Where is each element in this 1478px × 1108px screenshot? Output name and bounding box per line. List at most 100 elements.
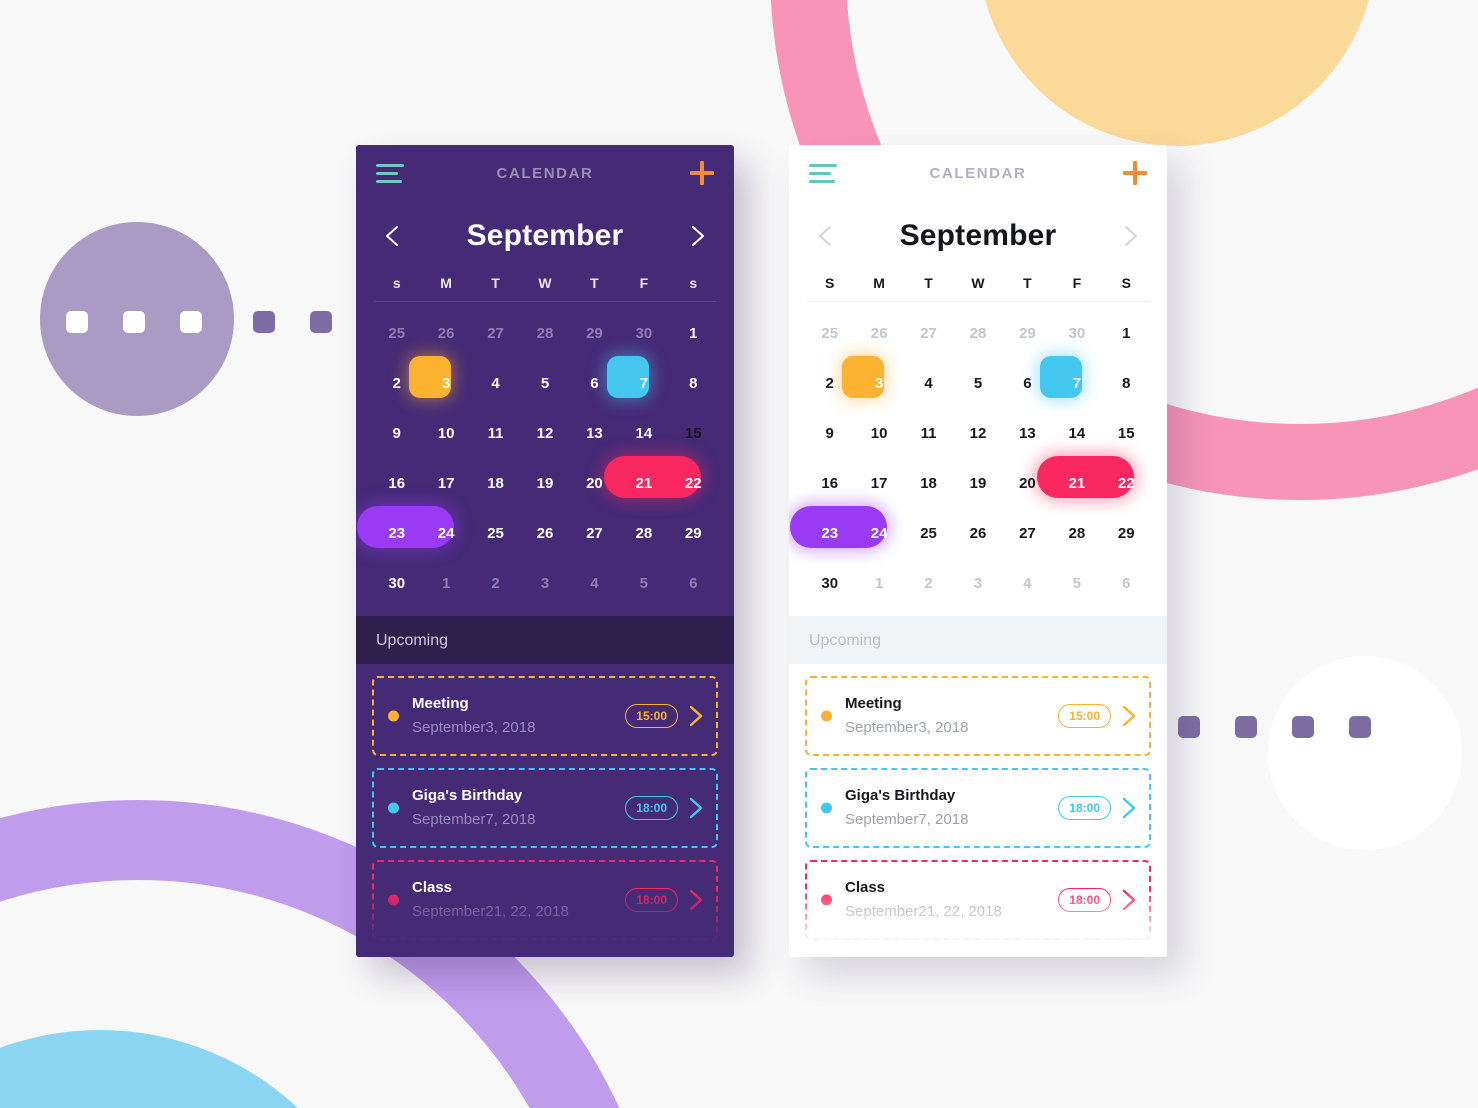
date-cell[interactable]: 28 — [953, 308, 1002, 358]
date-cell[interactable]: 22 — [1102, 458, 1151, 508]
date-cell[interactable]: 30 — [619, 308, 668, 358]
date-cell[interactable]: 29 — [669, 508, 718, 558]
date-cell[interactable]: 17 — [421, 458, 470, 508]
date-cell[interactable]: 8 — [1102, 358, 1151, 408]
date-cell[interactable]: 30 — [372, 558, 421, 608]
date-cell[interactable]: 4 — [904, 358, 953, 408]
date-cell[interactable]: 6 — [1102, 558, 1151, 608]
date-cell[interactable]: 15 — [669, 408, 718, 458]
date-cell[interactable]: 19 — [953, 458, 1002, 508]
date-cell[interactable]: 6 — [669, 558, 718, 608]
date-cell[interactable]: 30 — [805, 558, 854, 608]
plus-icon[interactable] — [690, 161, 714, 185]
date-cell[interactable]: 3 — [520, 558, 569, 608]
date-cell[interactable]: 7 — [1052, 358, 1101, 408]
date-cell[interactable]: 6 — [570, 358, 619, 408]
event-item[interactable]: MeetingSeptember23, 24, 201818:00 — [372, 952, 718, 957]
date-cell[interactable]: 10 — [854, 408, 903, 458]
chevron-right-icon[interactable] — [688, 795, 704, 821]
chevron-right-icon[interactable] — [684, 223, 710, 249]
date-cell[interactable]: 5 — [619, 558, 668, 608]
date-cell[interactable]: 29 — [1102, 508, 1151, 558]
date-cell[interactable]: 6 — [1003, 358, 1052, 408]
date-cell[interactable]: 14 — [1052, 408, 1101, 458]
event-item[interactable]: Meeting September3, 2018 15:00 — [805, 676, 1151, 756]
date-cell[interactable]: 27 — [1003, 508, 1052, 558]
event-item[interactable]: Giga's Birthday September7, 2018 18:00 — [372, 768, 718, 848]
date-cell[interactable]: 13 — [1003, 408, 1052, 458]
date-cell[interactable]: 20 — [1003, 458, 1052, 508]
date-cell[interactable]: 20 — [570, 458, 619, 508]
date-cell[interactable]: 25 — [372, 308, 421, 358]
date-cell[interactable]: 29 — [1003, 308, 1052, 358]
date-cell[interactable]: 21 — [1052, 458, 1101, 508]
date-cell[interactable]: 27 — [570, 508, 619, 558]
date-cell[interactable]: 26 — [421, 308, 470, 358]
date-cell[interactable]: 21 — [619, 458, 668, 508]
date-cell[interactable]: 4 — [471, 358, 520, 408]
chevron-right-icon[interactable] — [688, 887, 704, 913]
date-cell[interactable]: 7 — [619, 358, 668, 408]
event-item[interactable]: MeetingSeptember23, 24, 201818:00 — [805, 952, 1151, 957]
date-cell[interactable]: 28 — [1052, 508, 1101, 558]
chevron-right-icon[interactable] — [1121, 887, 1137, 913]
date-cell[interactable]: 3 — [854, 358, 903, 408]
date-cell[interactable]: 28 — [619, 508, 668, 558]
date-cell[interactable]: 1 — [854, 558, 903, 608]
date-cell[interactable]: 19 — [520, 458, 569, 508]
chevron-left-icon[interactable] — [813, 223, 839, 249]
date-cell[interactable]: 3 — [421, 358, 470, 408]
date-cell[interactable]: 16 — [805, 458, 854, 508]
chevron-right-icon[interactable] — [688, 703, 704, 729]
date-cell[interactable]: 29 — [570, 308, 619, 358]
date-cell[interactable]: 10 — [421, 408, 470, 458]
date-cell[interactable]: 2 — [471, 558, 520, 608]
date-cell[interactable]: 1 — [1102, 308, 1151, 358]
date-cell[interactable]: 16 — [372, 458, 421, 508]
plus-icon[interactable] — [1123, 161, 1147, 185]
hamburger-icon[interactable] — [809, 163, 839, 183]
date-cell[interactable]: 23 — [805, 508, 854, 558]
event-item[interactable]: Meeting September3, 2018 15:00 — [372, 676, 718, 756]
date-cell[interactable]: 24 — [421, 508, 470, 558]
date-cell[interactable]: 22 — [669, 458, 718, 508]
event-item[interactable]: Class September21, 22, 2018 18:00 — [372, 860, 718, 940]
date-cell[interactable]: 9 — [372, 408, 421, 458]
date-cell[interactable]: 23 — [372, 508, 421, 558]
date-cell[interactable]: 9 — [805, 408, 854, 458]
date-cell[interactable]: 26 — [953, 508, 1002, 558]
date-cell[interactable]: 18 — [904, 458, 953, 508]
date-cell[interactable]: 26 — [854, 308, 903, 358]
chevron-right-icon[interactable] — [1117, 223, 1143, 249]
date-cell[interactable]: 30 — [1052, 308, 1101, 358]
date-cell[interactable]: 12 — [953, 408, 1002, 458]
date-cell[interactable]: 25 — [904, 508, 953, 558]
date-cell[interactable]: 24 — [854, 508, 903, 558]
date-cell[interactable]: 15 — [1102, 408, 1151, 458]
date-cell[interactable]: 2 — [904, 558, 953, 608]
event-item[interactable]: Giga's Birthday September7, 2018 18:00 — [805, 768, 1151, 848]
date-cell[interactable]: 5 — [953, 358, 1002, 408]
date-cell[interactable]: 25 — [471, 508, 520, 558]
date-cell[interactable]: 18 — [471, 458, 520, 508]
date-cell[interactable]: 4 — [1003, 558, 1052, 608]
chevron-right-icon[interactable] — [1121, 795, 1137, 821]
chevron-right-icon[interactable] — [1121, 703, 1137, 729]
chevron-left-icon[interactable] — [380, 223, 406, 249]
date-cell[interactable]: 3 — [953, 558, 1002, 608]
date-cell[interactable]: 13 — [570, 408, 619, 458]
date-cell[interactable]: 8 — [669, 358, 718, 408]
date-cell[interactable]: 27 — [471, 308, 520, 358]
date-cell[interactable]: 17 — [854, 458, 903, 508]
date-cell[interactable]: 27 — [904, 308, 953, 358]
date-cell[interactable]: 5 — [520, 358, 569, 408]
date-cell[interactable]: 1 — [669, 308, 718, 358]
date-cell[interactable]: 11 — [471, 408, 520, 458]
date-cell[interactable]: 2 — [805, 358, 854, 408]
date-cell[interactable]: 5 — [1052, 558, 1101, 608]
hamburger-icon[interactable] — [376, 163, 406, 183]
date-cell[interactable]: 28 — [520, 308, 569, 358]
date-cell[interactable]: 25 — [805, 308, 854, 358]
date-cell[interactable]: 2 — [372, 358, 421, 408]
date-cell[interactable]: 11 — [904, 408, 953, 458]
